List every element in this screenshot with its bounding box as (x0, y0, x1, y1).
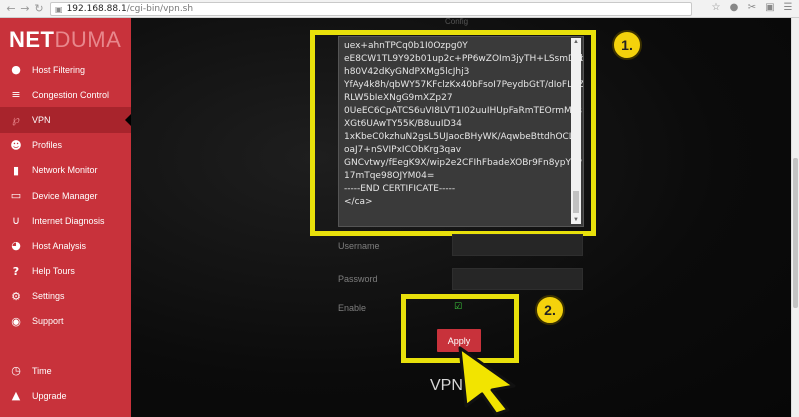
back-arrow-icon[interactable]: ← (4, 2, 18, 16)
highlight-box-config (310, 30, 596, 236)
sidebar-item-congestion-control[interactable]: ≡ Congestion Control (0, 82, 131, 107)
sidebar-item-settings[interactable]: ⚙ Settings (0, 284, 131, 309)
sidebar-item-host-analysis[interactable]: ◕ Host Analysis (0, 233, 131, 258)
netduma-logo[interactable]: NETDUMA (9, 27, 121, 53)
forward-arrow-icon[interactable]: → (18, 2, 32, 16)
bookmark-star-icon[interactable]: ☆ (711, 2, 721, 13)
sidebar-item-label: Time (32, 365, 52, 376)
password-field[interactable] (452, 268, 583, 290)
globe-icon: ● (11, 63, 21, 77)
sidebar-item-device-manager[interactable]: ▭ Device Manager (0, 183, 131, 208)
stethoscope-icon: ∪ (11, 214, 21, 228)
upload-icon: ▲ (11, 389, 21, 403)
url-path: /cgi-bin/vpn.sh (126, 4, 194, 14)
extension-icon[interactable]: ● (729, 2, 739, 13)
sidebar-item-label: Congestion Control (32, 89, 110, 100)
sidebar-item-help-tours[interactable]: ? Help Tours (0, 259, 131, 284)
page-scrollbar-thumb[interactable] (793, 158, 798, 308)
sidebar-item-label: Host Analysis (32, 240, 87, 251)
sidebar-item-label: Settings (32, 291, 65, 302)
sliders-icon: ≡ (11, 88, 21, 102)
browser-icons: ☆ ● ✂ ▣ ☰ (711, 2, 793, 13)
url-host: 192.168.88.1 (66, 4, 127, 14)
sidebar-item-upgrade[interactable]: ▲ Upgrade (0, 383, 131, 408)
scissors-icon[interactable]: ✂ (747, 2, 757, 13)
callout-step-2: 2. (535, 295, 565, 325)
reload-icon[interactable]: ↻ (32, 2, 46, 16)
sidebar: NETDUMA ● Host Filtering ≡ Congestion Co… (0, 18, 131, 417)
menu-icon[interactable]: ☰ (783, 2, 793, 13)
address-bar[interactable]: ▣ 192.168.88.1/cgi-bin/vpn.sh (50, 2, 692, 16)
sidebar-item-time[interactable]: ◷ Time (0, 358, 131, 383)
page-scrollbar[interactable] (791, 18, 799, 417)
clock-icon: ◷ (11, 364, 21, 378)
devices-icon: ▭ (10, 189, 22, 203)
lifebuoy-icon: ◉ (11, 314, 21, 328)
question-icon: ? (12, 264, 20, 278)
sidebar-item-label: Device Manager (32, 190, 98, 201)
sidebar-item-profiles[interactable]: ☻ Profiles (0, 133, 131, 158)
browser-toolbar: ← → ↻ ▣ 192.168.88.1/cgi-bin/vpn.sh ☆ ● … (0, 0, 799, 18)
username-field[interactable] (452, 234, 583, 256)
sidebar-item-label: Help Tours (32, 266, 75, 277)
callout-step-1: 1. (612, 30, 642, 60)
sidebar-menu: ● Host Filtering ≡ Congestion Control ℘ … (0, 57, 131, 334)
sidebar-item-label: VPN (32, 114, 51, 125)
dashboard-icon: ◕ (11, 239, 21, 253)
gear-icon: ⚙ (11, 289, 21, 303)
sidebar-item-network-monitor[interactable]: ▮ Network Monitor (0, 158, 131, 183)
sidebar-item-internet-diagnosis[interactable]: ∪ Internet Diagnosis (0, 208, 131, 233)
pointer-cursor-icon (458, 346, 516, 416)
bar-chart-icon: ▮ (12, 163, 20, 177)
enable-label: Enable (338, 303, 367, 313)
password-label: Password (338, 274, 378, 284)
sidebar-item-label: Network Monitor (32, 165, 98, 176)
sidebar-item-label: Host Filtering (32, 64, 86, 75)
sidebar-item-vpn[interactable]: ℘ VPN (0, 107, 131, 133)
sidebar-item-host-filtering[interactable]: ● Host Filtering (0, 57, 131, 82)
page-icon: ▣ (55, 4, 63, 14)
sidebar-item-label: Support (32, 316, 64, 327)
sidebar-bottom-menu: ◷ Time ▲ Upgrade (0, 358, 131, 408)
vpn-icon: ℘ (12, 113, 20, 127)
cast-icon[interactable]: ▣ (765, 2, 775, 13)
sidebar-item-label: Upgrade (32, 390, 67, 401)
sidebar-item-label: Internet Diagnosis (32, 215, 105, 226)
sidebar-item-support[interactable]: ◉ Support (0, 309, 131, 334)
users-icon: ☻ (10, 138, 22, 152)
username-label: Username (338, 241, 380, 251)
config-label: Config (445, 17, 469, 26)
sidebar-item-label: Profiles (32, 140, 63, 151)
